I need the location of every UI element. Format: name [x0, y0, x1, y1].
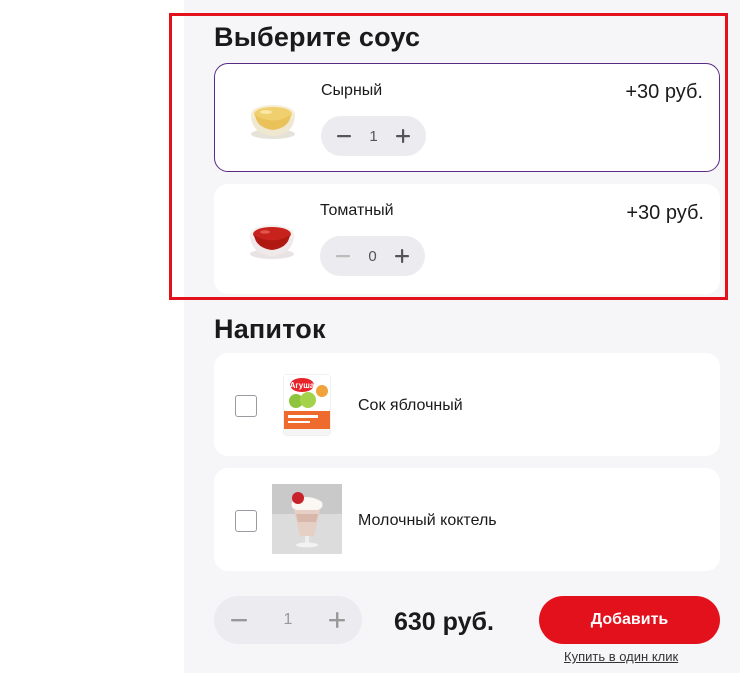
decrement-button[interactable] — [228, 609, 250, 631]
sauce-name: Сырный — [321, 82, 383, 99]
sauce-section-title: Выберите соус — [214, 22, 421, 52]
apple-juice-carton-icon: Агуша — [283, 374, 331, 436]
add-to-cart-button[interactable]: Добавить — [539, 596, 720, 644]
drink-checkbox[interactable] — [235, 395, 257, 417]
quantity-value: 1 — [283, 611, 293, 628]
decrement-button[interactable] — [333, 125, 355, 147]
plus-icon — [395, 249, 409, 263]
drink-name: Сок яблочный — [358, 397, 463, 414]
decrement-button[interactable] — [332, 245, 354, 267]
drink-card-apple-juice[interactable]: Агуша Сок яблочный — [214, 353, 720, 456]
plus-icon — [396, 129, 410, 143]
cheese-sauce-bowl-icon — [251, 105, 295, 139]
milkshake-glass-icon — [272, 484, 342, 554]
quantity-value: 1 — [369, 127, 378, 145]
increment-button[interactable] — [326, 609, 348, 631]
drink-section-title: Напиток — [214, 314, 326, 344]
buy-one-click-link[interactable]: Купить в один клик — [564, 649, 678, 664]
sauce-card-tomato[interactable]: Томатный +30 руб. 0 — [214, 184, 720, 294]
tomato-sauce-bowl-icon — [250, 225, 294, 259]
sauce-price: +30 руб. — [625, 81, 703, 103]
plus-icon — [329, 612, 345, 628]
sauce-card-cheese[interactable]: Сырный +30 руб. 1 — [214, 63, 720, 172]
sauce-price: +30 руб. — [626, 202, 704, 224]
order-total-price: 630 руб. — [394, 608, 494, 636]
minus-icon — [337, 135, 351, 138]
sauce-name: Томатный — [320, 202, 394, 219]
quantity-value: 0 — [368, 247, 377, 265]
drink-name: Молочный коктель — [358, 512, 497, 529]
minus-icon — [336, 255, 350, 258]
drink-checkbox[interactable] — [235, 510, 257, 532]
increment-button[interactable] — [391, 245, 413, 267]
drink-card-milkshake[interactable]: Молочный коктель — [214, 468, 720, 571]
increment-button[interactable] — [392, 125, 414, 147]
sauce-quantity-stepper: 1 — [321, 116, 426, 156]
minus-icon — [231, 619, 247, 622]
sauce-quantity-stepper: 0 — [320, 236, 425, 276]
order-quantity-stepper: 1 — [214, 596, 362, 644]
package-brand: Агуша — [290, 381, 315, 390]
